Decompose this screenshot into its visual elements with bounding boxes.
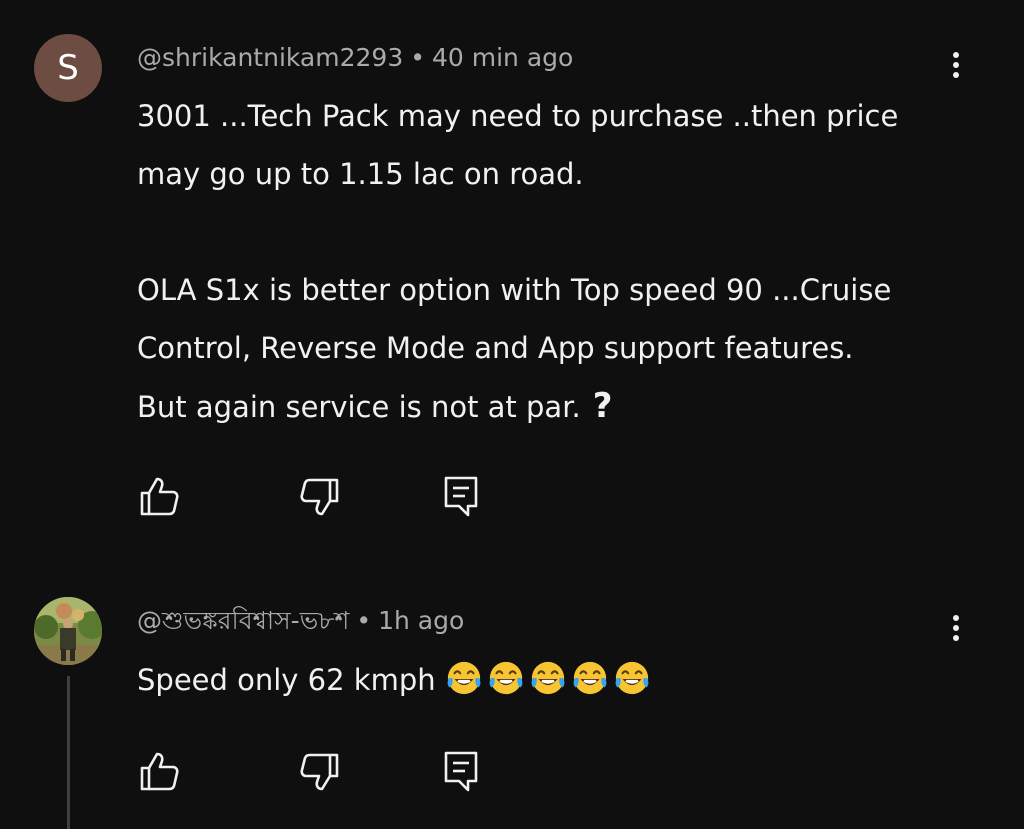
comment-author[interactable]: @shrikantnikam2293 — [137, 43, 403, 72]
like-button[interactable] — [137, 474, 181, 518]
tears-of-joy-emoji-icon — [615, 661, 649, 695]
more-options-icon[interactable] — [944, 48, 968, 88]
comment-line: But again service is not at par. — [137, 390, 581, 424]
dislike-icon — [300, 753, 339, 791]
reply-button[interactable] — [440, 749, 484, 793]
reply-icon — [444, 751, 478, 792]
dislike-button[interactable] — [298, 474, 342, 518]
dislike-icon — [300, 478, 339, 516]
comment-line: Control, Reverse Mode and App support fe… — [137, 331, 854, 365]
comment-meta: @শুভঙ্করবিশ্বাস-ভ৮শ • 1h ago — [137, 606, 464, 636]
reply-icon — [444, 476, 478, 517]
comment-time: 40 min ago — [431, 43, 574, 72]
emoji-row — [445, 661, 655, 697]
tears-of-joy-emoji-icon — [573, 661, 607, 695]
meta-separator: • — [410, 43, 425, 72]
comment-text: Speed only 62 kmph — [137, 651, 655, 709]
comment-time: 1h ago — [378, 606, 465, 635]
comment-line: Speed only 62 kmph — [137, 663, 436, 697]
comment-line: 3001 ...Tech Pack may need to purchase .… — [137, 99, 899, 133]
like-button[interactable] — [137, 749, 181, 793]
avatar[interactable]: S — [34, 34, 102, 102]
like-icon — [140, 477, 179, 516]
thread-line — [67, 676, 70, 829]
like-icon — [140, 752, 179, 791]
comment-line — [137, 203, 898, 261]
tears-of-joy-emoji-icon — [447, 661, 481, 695]
tears-of-joy-emoji-icon — [489, 661, 523, 695]
reply-button[interactable] — [440, 474, 484, 518]
comment-text: 3001 ...Tech Pack may need to purchase .… — [137, 87, 898, 436]
comment-line: OLA S1x is better option with Top speed … — [137, 273, 892, 307]
comment-line-last: But again service is not at par.? — [137, 377, 898, 436]
avatar[interactable] — [34, 597, 102, 665]
meta-separator: • — [356, 606, 372, 635]
dislike-button[interactable] — [298, 749, 342, 793]
comment-meta: @shrikantnikam2293 • 40 min ago — [137, 43, 573, 73]
tears-of-joy-emoji-icon — [531, 661, 565, 695]
more-options-icon[interactable] — [944, 611, 968, 651]
avatar-photo — [34, 597, 102, 665]
question-mark-emoji: ? — [592, 386, 613, 426]
comment-line: may go up to 1.15 lac on road. — [137, 157, 584, 191]
comment-author[interactable]: @শুভঙ্করবিশ্বাস-ভ৮শ — [137, 606, 349, 635]
